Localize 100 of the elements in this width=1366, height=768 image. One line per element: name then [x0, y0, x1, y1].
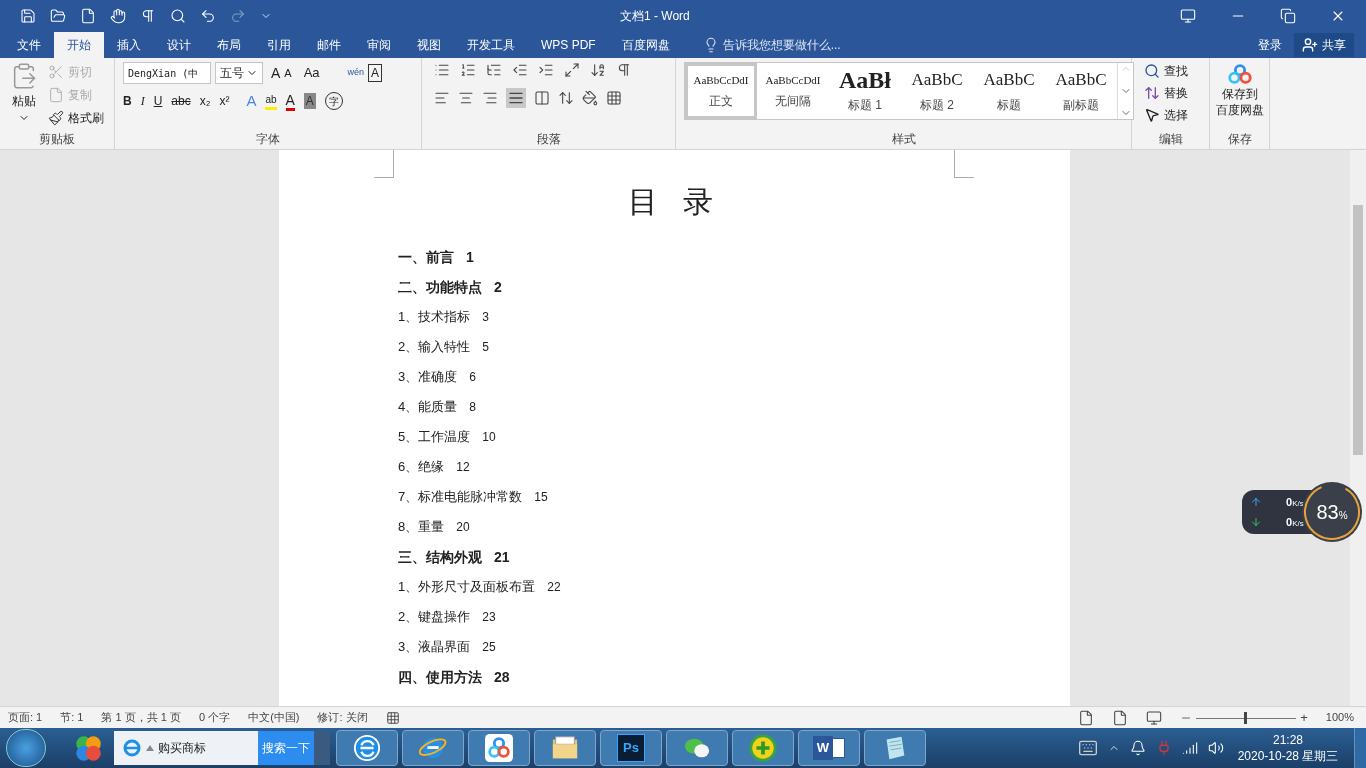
- zoom-slider[interactable]: [1196, 711, 1297, 724]
- character-shading-button[interactable]: A: [303, 93, 316, 110]
- ribbon-tab[interactable]: 视图: [404, 32, 454, 58]
- toc-page-number: 2: [494, 277, 502, 297]
- search-text: 购买商标: [158, 740, 206, 757]
- save-to-cloud-button[interactable]: 保存到 百度网盘: [1214, 62, 1265, 118]
- ribbon-tab[interactable]: 开始: [54, 32, 104, 58]
- align-left-icon[interactable]: [434, 90, 450, 106]
- format-button[interactable]: B: [123, 92, 132, 111]
- status-item[interactable]: 中文(中国): [248, 709, 300, 726]
- taskbar-app[interactable]: [666, 730, 728, 766]
- ribbon-tab[interactable]: 审阅: [354, 32, 404, 58]
- show-marks-icon[interactable]: [616, 62, 632, 78]
- line-spacing-icon[interactable]: [558, 90, 574, 106]
- align-center-icon[interactable]: [458, 90, 474, 106]
- preview-icon[interactable]: [170, 8, 186, 24]
- status-item[interactable]: 节: 1: [60, 709, 84, 726]
- shrink-font-button[interactable]: A: [284, 64, 292, 82]
- change-case-button[interactable]: Aa: [303, 63, 320, 83]
- vertical-scrollbar[interactable]: [1350, 150, 1366, 706]
- save-icon[interactable]: [20, 8, 36, 24]
- align-right-icon[interactable]: [482, 90, 498, 106]
- format-button[interactable]: U: [153, 92, 163, 111]
- character-border-button[interactable]: A: [368, 64, 383, 82]
- volume-icon[interactable]: [1208, 740, 1224, 756]
- numbering-icon[interactable]: [460, 62, 476, 78]
- start-button[interactable]: [6, 729, 46, 767]
- zoom-in-button[interactable]: +: [1300, 707, 1308, 728]
- download-arrow-icon: [1250, 516, 1262, 529]
- ribbon-tab[interactable]: 插入: [104, 32, 154, 58]
- bullets-icon[interactable]: [434, 62, 450, 78]
- highlight-button[interactable]: ab: [265, 92, 277, 111]
- taskbar-app[interactable]: [468, 730, 530, 766]
- format-button[interactable]: abc: [171, 92, 191, 111]
- taskbar-app[interactable]: [732, 730, 794, 766]
- decrease-indent-icon[interactable]: [512, 62, 528, 78]
- undo-icon[interactable]: [200, 8, 216, 24]
- find-button[interactable]: 查找: [1144, 62, 1188, 80]
- toc-entry: 3、准确度: [398, 368, 458, 387]
- macro-icon[interactable]: [385, 710, 400, 725]
- ribbon-tab[interactable]: 引用: [254, 32, 304, 58]
- share-button[interactable]: 共享: [1294, 33, 1354, 57]
- status-item[interactable]: 页面: 1: [8, 709, 43, 726]
- font-name-field[interactable]: DengXian (中: [123, 62, 211, 84]
- taskbar-app[interactable]: [864, 730, 926, 766]
- signal-icon[interactable]: [1182, 740, 1198, 756]
- format-button[interactable]: x₂: [199, 92, 211, 111]
- folder-icon[interactable]: [50, 8, 66, 24]
- status-item[interactable]: 0 个字: [198, 709, 231, 726]
- pointer-icon: [1144, 107, 1160, 123]
- restore-icon[interactable]: [1280, 8, 1296, 24]
- web-layout-icon[interactable]: [1146, 709, 1163, 726]
- paste-button[interactable]: 粘贴: [4, 62, 44, 124]
- status-item[interactable]: 修订: 关闭: [317, 709, 368, 726]
- search-field[interactable]: 购买商标: [114, 731, 258, 765]
- keyboard-icon[interactable]: [1078, 738, 1098, 758]
- clock-time[interactable]: 21:28: [1273, 732, 1303, 748]
- taskbar-app[interactable]: W: [798, 730, 860, 766]
- ribbon-display-icon[interactable]: [1180, 8, 1196, 24]
- ribbon-tab[interactable]: 设计: [154, 32, 204, 58]
- phonetic-guide-button[interactable]: wén: [347, 66, 365, 80]
- clock-date[interactable]: 2020-10-28 星期三: [1237, 748, 1339, 764]
- replace-button[interactable]: 替换: [1144, 84, 1188, 102]
- font-color-button[interactable]: A: [285, 91, 295, 111]
- grow-font-button[interactable]: A: [271, 62, 281, 84]
- style-item[interactable]: AaBbCcDdI 正文: [685, 63, 757, 119]
- print-layout-icon[interactable]: [1112, 709, 1129, 726]
- photoshop-icon: Ps: [617, 734, 645, 762]
- format-painter-button[interactable]: 格式刷: [48, 108, 104, 128]
- toc-page-number: 20: [456, 519, 470, 536]
- ribbon-tab[interactable]: 邮件: [304, 32, 354, 58]
- read-mode-icon[interactable]: [1078, 709, 1095, 726]
- zoom-percent[interactable]: 100%: [1325, 709, 1366, 726]
- justify-button[interactable]: [506, 88, 526, 108]
- toc-entry: 2、输入特性: [398, 338, 471, 357]
- sort-icon[interactable]: [590, 62, 606, 78]
- status-item[interactable]: 第 1 页，共 1 页: [101, 709, 181, 726]
- hand-icon[interactable]: [110, 8, 126, 24]
- format-button[interactable]: x²: [219, 92, 230, 111]
- ribbon-tab[interactable]: 百度网盘: [608, 32, 683, 58]
- borders-icon[interactable]: [606, 90, 622, 106]
- multilevel-list-icon[interactable]: [486, 62, 502, 78]
- ribbon-tab[interactable]: 文件: [4, 32, 54, 58]
- ribbon-tab[interactable]: WPS PDF: [528, 32, 609, 58]
- bell-icon[interactable]: [1130, 740, 1146, 756]
- document-icon[interactable]: [80, 8, 96, 24]
- taskbar-grip[interactable]: [314, 731, 330, 765]
- taskbar-app[interactable]: [336, 730, 398, 766]
- taskbar-app[interactable]: [534, 730, 596, 766]
- ribbon-tab[interactable]: 开发工具: [454, 32, 528, 58]
- ribbon-tab[interactable]: 布局: [204, 32, 254, 58]
- font-size-field[interactable]: 五号: [215, 62, 263, 84]
- taskbar-app[interactable]: Ps: [600, 730, 662, 766]
- increase-indent-icon[interactable]: [538, 62, 554, 78]
- tell-me-field[interactable]: 告诉我您想要做什么...: [702, 32, 841, 58]
- group-label: 剪贴板: [38, 131, 76, 148]
- login-link[interactable]: 登录: [1246, 32, 1294, 58]
- shading-icon[interactable]: [582, 90, 598, 106]
- select-button[interactable]: 选择: [1144, 106, 1188, 124]
- format-button[interactable]: I: [140, 92, 145, 111]
